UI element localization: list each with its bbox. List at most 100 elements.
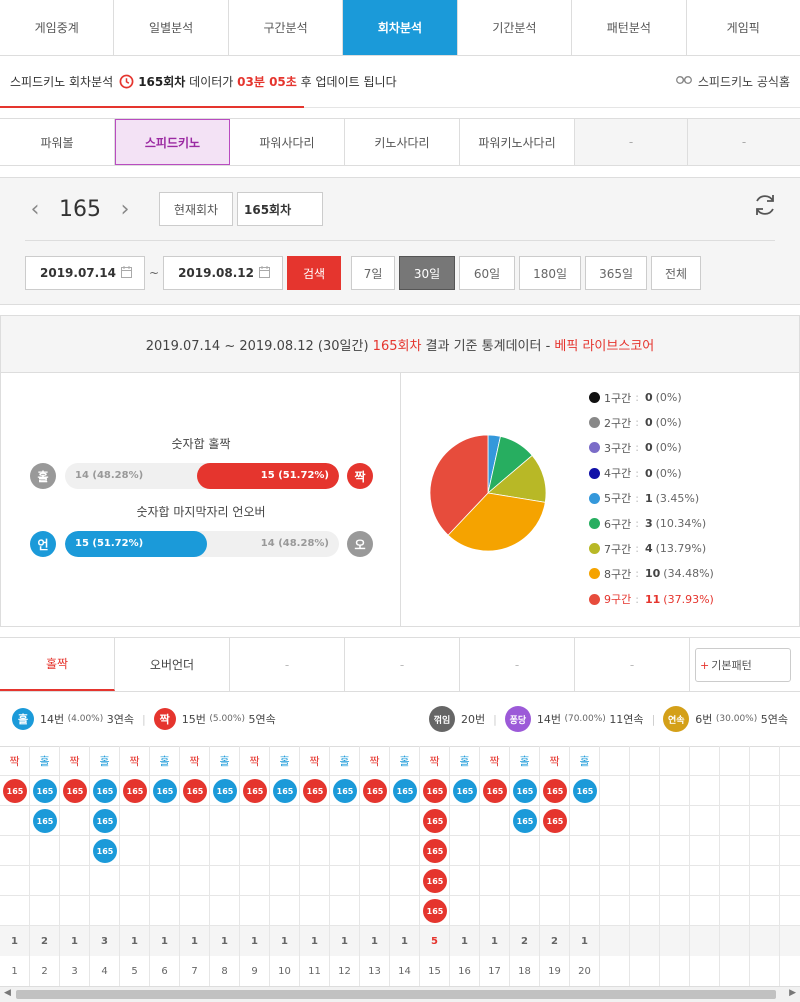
pattern-cell: 165: [150, 776, 180, 806]
column-index: 20: [570, 956, 600, 986]
legend-item-5: 5구간:1 (3.45%): [589, 486, 714, 511]
period-60d[interactable]: 60일: [459, 256, 516, 290]
streak-count: [720, 926, 750, 956]
tab-range-analysis[interactable]: 구간분석: [228, 0, 344, 55]
streak-count: 1: [270, 926, 300, 956]
info-round: 165회차: [138, 75, 186, 89]
refresh-icon[interactable]: [752, 192, 778, 225]
pattern-cell: [60, 836, 90, 866]
pattern-column-head: 짝: [60, 746, 90, 776]
pattern-cell: [480, 866, 510, 896]
calendar-icon[interactable]: [121, 265, 132, 281]
period-180d[interactable]: 180일: [519, 256, 582, 290]
odd-pct: (4.00%): [67, 714, 104, 724]
scroll-left-icon[interactable]: ◀: [4, 988, 11, 998]
tab-game-live[interactable]: 게임중계: [0, 0, 115, 55]
underover-bar: 15 (51.72%) 14 (48.28%): [65, 531, 339, 557]
pattern-column-head: 홀: [90, 746, 120, 776]
subtab-power-ladder[interactable]: 파워사다리: [230, 119, 345, 165]
tab-daily-analysis[interactable]: 일별분석: [114, 0, 229, 55]
tab-round-analysis[interactable]: 회차분석: [343, 0, 458, 55]
pattern-cell: [300, 896, 330, 926]
legend-dot: [589, 543, 600, 555]
pattern-cell: [720, 836, 750, 866]
streak-count: [600, 926, 630, 956]
tab-period-analysis[interactable]: 기간분석: [457, 0, 573, 55]
pattern-cell: [750, 866, 780, 896]
tab-pattern-analysis[interactable]: 패턴분석: [572, 0, 687, 55]
search-button[interactable]: 검색: [287, 256, 342, 290]
pattern-cell: [270, 866, 300, 896]
ptab-oddeven[interactable]: 홀짝: [0, 638, 115, 691]
pattern-cell: [600, 776, 630, 806]
streak-count: 1: [480, 926, 510, 956]
legend-label: 8구간: [604, 567, 632, 581]
odd-summary-badge: 홀: [12, 708, 34, 730]
basic-pattern-button[interactable]: + 기본패턴: [695, 648, 791, 682]
start-date-input[interactable]: 2019.07.14: [25, 256, 145, 290]
calendar-icon[interactable]: [259, 265, 271, 281]
prev-round-button[interactable]: ‹: [25, 197, 45, 222]
stats-header-mid: 결과 기준 통계데이터 -: [425, 338, 551, 354]
streak-count: 1: [60, 926, 90, 956]
result-ball: 165: [483, 779, 507, 803]
pattern-cell: [60, 806, 90, 836]
pattern-column-head: [660, 746, 690, 776]
stats-header-source[interactable]: 베픽 라이브스코어: [554, 335, 654, 354]
legend-percent: (0%): [655, 466, 682, 480]
official-home-link[interactable]: 스피드키노 공식홈: [675, 73, 790, 90]
pattern-column-head: [600, 746, 630, 776]
pattern-cell: [660, 836, 690, 866]
legend-value: 11: [644, 592, 661, 606]
pattern-cell: 165: [510, 806, 540, 836]
oddeven-label: 숫자합 홀짝: [171, 437, 231, 451]
scrollbar-thumb[interactable]: [16, 990, 776, 999]
subtab-speedkeno[interactable]: 스피드키노: [115, 119, 230, 165]
end-date-input[interactable]: 2019.08.12: [163, 256, 284, 290]
pattern-column-head: 짝: [540, 746, 570, 776]
plus-icon: +: [700, 658, 710, 672]
pattern-cell: [690, 836, 720, 866]
even-count-text: 15 (51.72%): [260, 470, 329, 481]
streak-count: [780, 926, 800, 956]
update-info-bar: 스피드키노 회차분석 165회차 데이터가 03분 05초 후 업데이트 됩니다…: [0, 56, 800, 108]
column-index: 6: [150, 956, 180, 986]
column-index: 18: [510, 956, 540, 986]
pattern-cell: 165: [540, 806, 570, 836]
pattern-cell: [600, 896, 630, 926]
round-input[interactable]: 165회차: [237, 192, 323, 226]
pattern-column-head: [630, 746, 660, 776]
subtab-keno-ladder[interactable]: 키노사다리: [345, 119, 460, 165]
cont-pct: (30.00%): [715, 714, 758, 724]
legend-sep: :: [635, 491, 639, 505]
current-round-button[interactable]: 현재회차: [159, 192, 233, 226]
pattern-cell: [780, 776, 800, 806]
legend-dot: [589, 518, 600, 530]
tab-game-pick[interactable]: 게임픽: [686, 0, 800, 55]
horizontal-scrollbar[interactable]: ◀ ▶: [0, 986, 800, 1002]
ptab-overunder[interactable]: 오버언더: [115, 638, 230, 691]
result-ball: 165: [303, 779, 327, 803]
period-365d[interactable]: 365일: [585, 256, 648, 290]
subtab-powerball[interactable]: 파워볼: [0, 119, 115, 165]
pattern-cell: [300, 806, 330, 836]
period-7d[interactable]: 7일: [351, 256, 396, 290]
pattern-cell: [720, 806, 750, 836]
legend-dot: [589, 467, 600, 479]
result-ball: 165: [513, 779, 537, 803]
legend-label: 9구간: [604, 593, 632, 607]
subtab-powerkeno-ladder[interactable]: 파워키노사다리: [460, 119, 575, 165]
next-round-button[interactable]: ›: [115, 197, 135, 222]
pattern-column-head: 홀: [150, 746, 180, 776]
pattern-cell: [180, 896, 210, 926]
column-index: 12: [330, 956, 360, 986]
legend-value: 4: [644, 542, 653, 556]
stats-panel: 2019.07.14 ~ 2019.08.12 (30일간) 165회차 결과 …: [0, 315, 800, 627]
scroll-right-icon[interactable]: ▶: [789, 988, 796, 998]
pattern-cell: 165: [450, 776, 480, 806]
period-30d[interactable]: 30일: [399, 256, 456, 290]
info-prefix: 스피드키노 회차분석: [10, 75, 114, 89]
period-all[interactable]: 전체: [651, 256, 702, 290]
pattern-cell: [600, 866, 630, 896]
pattern-cell: [330, 806, 360, 836]
